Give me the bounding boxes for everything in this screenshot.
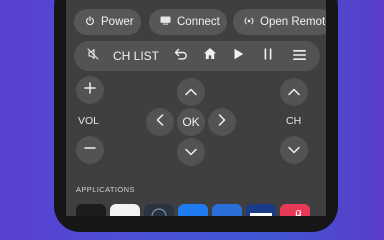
volume-label: VOL [78, 115, 100, 127]
chevron-left-icon [156, 113, 164, 131]
app-tile[interactable] [144, 204, 174, 216]
menu-icon [292, 47, 306, 65]
dpad-right-button[interactable] [208, 108, 236, 136]
remote-icon [244, 16, 254, 29]
tv-icon [160, 16, 171, 28]
remote-screen: Power Connect Open Remote CH LIST VOL OK… [66, 0, 326, 216]
dpad-up-button[interactable] [177, 78, 205, 106]
app-tile[interactable] [178, 204, 208, 216]
chevron-right-icon [218, 113, 226, 131]
ok-button[interactable]: OK [177, 108, 205, 136]
connect-label: Connect [177, 16, 220, 28]
minus-icon [84, 141, 96, 159]
connect-button[interactable]: Connect [149, 9, 227, 35]
play-button[interactable] [224, 41, 252, 71]
mute-button[interactable] [79, 41, 107, 71]
pause-icon [264, 47, 272, 65]
plus-icon [84, 81, 96, 99]
volume-down-button[interactable] [76, 136, 104, 164]
power-label: Power [101, 16, 134, 28]
chevron-down-icon [185, 143, 197, 161]
power-icon [85, 15, 95, 29]
volume-up-button[interactable] [76, 76, 104, 104]
open-remote-button[interactable]: Open Remote [233, 9, 326, 35]
control-bar: CH LIST [74, 41, 320, 71]
open-remote-label: Open Remote [260, 16, 326, 28]
ch-list-button[interactable]: CH LIST [110, 41, 162, 71]
applications-header: APPLICATIONS [76, 185, 135, 194]
app-tile[interactable] [76, 204, 106, 216]
back-button[interactable] [167, 41, 195, 71]
chevron-up-icon [185, 83, 197, 101]
home-button[interactable] [196, 41, 224, 71]
mute-icon [86, 47, 100, 66]
app-tile[interactable] [246, 204, 276, 216]
channel-up-button[interactable] [280, 78, 308, 106]
app-tile[interactable] [280, 204, 310, 216]
app-tile[interactable] [212, 204, 242, 216]
chevron-up-icon [288, 83, 300, 101]
dpad-left-button[interactable] [146, 108, 174, 136]
ch-list-label: CH LIST [112, 49, 159, 63]
back-icon [174, 47, 188, 65]
power-button[interactable]: Power [74, 9, 141, 35]
home-icon [203, 47, 217, 65]
dpad-down-button[interactable] [177, 138, 205, 166]
ok-label: OK [182, 115, 200, 129]
chevron-down-icon [288, 141, 300, 159]
app-tile[interactable] [110, 204, 140, 216]
channel-down-button[interactable] [280, 136, 308, 164]
pause-button[interactable] [254, 41, 282, 71]
channel-label: CH [286, 115, 302, 127]
menu-button[interactable] [285, 41, 313, 71]
play-icon [233, 47, 244, 65]
